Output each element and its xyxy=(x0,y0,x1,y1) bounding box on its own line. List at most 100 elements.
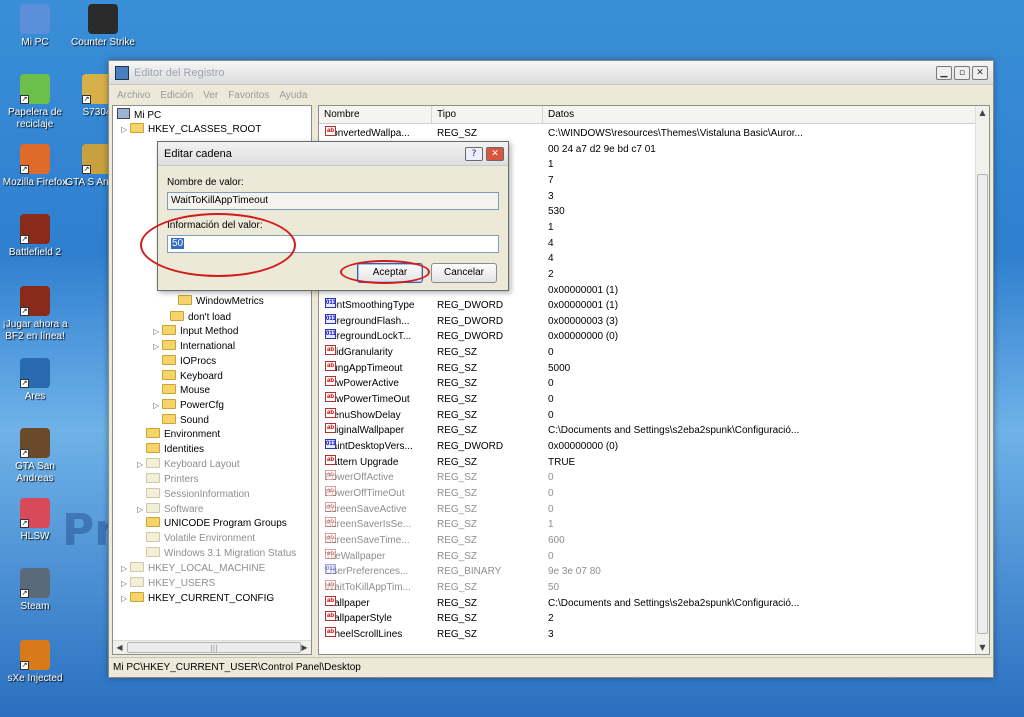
close-button[interactable]: ✕ xyxy=(972,66,988,80)
expand-icon[interactable]: ▷ xyxy=(121,576,130,591)
table-row[interactable]: ab TileWallpaper REG_SZ 0 xyxy=(319,548,975,565)
tree-node[interactable]: UNICODE Program Groups xyxy=(137,516,287,531)
table-row[interactable]: ab Pattern Upgrade REG_SZ TRUE xyxy=(319,454,975,471)
tree-node[interactable]: ▷ HKEY_LOCAL_MACHINE xyxy=(121,561,265,576)
tree-node[interactable]: IOProcs xyxy=(153,354,216,369)
table-row[interactable]: 011 FontSmoothingType REG_DWORD 0x00000001 … xyxy=(319,298,975,314)
table-row[interactable]: 011 UserPreferences... REG_BINARY 9e 3e 07 … xyxy=(319,564,975,580)
table-row[interactable]: 011 ForegroundFlash... REG_DWORD 0x00000003… xyxy=(319,313,975,330)
value-type-cell: REG_SZ xyxy=(437,613,478,625)
menu-edicion[interactable]: Edición xyxy=(160,90,193,101)
tree-node[interactable]: ▷ PowerCfg xyxy=(153,398,224,413)
list-vertical-scrollbar[interactable]: ▲ ▼ xyxy=(975,106,989,654)
tree-node[interactable]: don't load xyxy=(161,310,231,325)
desktop-icon-papelera[interactable]: ↗ Papelera de reciclaje xyxy=(0,74,70,131)
maximize-button[interactable]: ▫ xyxy=(954,66,970,80)
expand-icon[interactable]: ▷ xyxy=(121,561,130,576)
table-row[interactable]: ab WheelScrollLines REG_SZ 3 xyxy=(319,626,975,643)
tree-node[interactable]: ▷ Software xyxy=(137,502,203,517)
desktop-icon-hlsw[interactable]: ↗ HLSW xyxy=(0,498,70,543)
menu-ver[interactable]: Ver xyxy=(203,90,218,101)
minimize-button[interactable]: ▁ xyxy=(936,66,952,80)
desktop-icon-mi-pc[interactable]: Mi PC xyxy=(0,4,70,49)
menu-archivo[interactable]: Archivo xyxy=(117,90,150,101)
table-row[interactable]: ab OriginalWallpaper REG_SZ C:\Documents an… xyxy=(319,423,975,439)
folder-icon xyxy=(170,311,184,321)
expand-icon[interactable]: ▷ xyxy=(153,324,162,339)
tree-node[interactable]: WindowMetrics xyxy=(169,294,264,309)
table-row[interactable]: 011 PaintDesktopVers... REG_DWORD 0x0000000… xyxy=(319,439,975,455)
tree-node[interactable]: SessionInformation xyxy=(137,487,250,502)
tree-node[interactable]: ▷ Input Method xyxy=(153,324,238,339)
desktop-icon-steam[interactable]: ↗ Steam xyxy=(0,568,70,613)
cancel-button[interactable]: Cancelar xyxy=(431,263,497,283)
desktop-icon-gta-san-andreas[interactable]: ↗ GTA San Andreas xyxy=(0,428,70,485)
tree-node[interactable]: Printers xyxy=(137,472,198,487)
tree-node[interactable]: ▷ International xyxy=(153,339,235,354)
table-row[interactable]: ab Wallpaper REG_SZ C:\Documents and Settin… xyxy=(319,595,975,612)
tree-horizontal-scrollbar[interactable]: ◀ ||| ▶ xyxy=(113,640,311,654)
expand-icon[interactable]: ▷ xyxy=(121,591,130,606)
table-row[interactable]: ab ScreenSaveTime... REG_SZ 600 xyxy=(319,532,975,549)
expand-icon[interactable]: ▷ xyxy=(121,122,130,137)
dialog-close-button[interactable]: ✕ xyxy=(486,147,504,161)
column-type[interactable]: Tipo xyxy=(432,106,543,124)
help-button[interactable]: ? xyxy=(465,147,483,161)
menu-ayuda[interactable]: Ayuda xyxy=(279,90,307,101)
tree-node[interactable]: ▷ Keyboard Layout xyxy=(137,457,240,472)
value-name-text: PowerOffTimeOut xyxy=(325,487,405,499)
tree-node[interactable]: ▷ HKEY_CLASSES_ROOT xyxy=(121,122,261,137)
table-row[interactable]: 011 ForegroundLockT... REG_DWORD 0x00000000… xyxy=(319,329,975,345)
dialog-title-bar[interactable]: Editar cadena ? ✕ xyxy=(158,142,508,166)
table-row[interactable]: ab GridGranularity REG_SZ 0 xyxy=(319,345,975,361)
desktop-icon-ares[interactable]: ↗ Ares xyxy=(0,358,70,403)
folder-icon xyxy=(162,325,176,335)
tree-node[interactable]: ▷ HKEY_USERS xyxy=(121,576,215,591)
desktop-icon-battlefield2[interactable]: ↗ Battlefield 2 xyxy=(0,214,70,259)
tree-node[interactable]: Sound xyxy=(153,413,209,428)
scroll-down-icon[interactable]: ▼ xyxy=(976,641,989,654)
expand-icon[interactable]: ▷ xyxy=(153,398,162,413)
scroll-up-icon[interactable]: ▲ xyxy=(976,106,989,119)
table-row[interactable]: ab PowerOffTimeOut REG_SZ 0 xyxy=(319,485,975,502)
expand-icon[interactable]: ▷ xyxy=(137,502,146,517)
tree-node[interactable]: Windows 3.1 Migration Status xyxy=(137,546,296,561)
desktop-icon-label: Mozilla Firefox xyxy=(2,177,68,188)
value-data-field[interactable]: 50 xyxy=(167,235,499,253)
desktop-icon-bf2-online[interactable]: ↗ ¡Jugar ahora a BF2 en línea! xyxy=(0,286,70,343)
table-row[interactable]: ab WallpaperStyle REG_SZ 2 xyxy=(319,611,975,627)
table-row[interactable]: ab ConvertedWallpa... REG_SZ C:\WINDOWS\res… xyxy=(319,126,975,142)
expand-icon[interactable]: ▷ xyxy=(137,457,146,472)
value-type-cell: REG_DWORD xyxy=(437,315,504,327)
table-row[interactable]: ab HungAppTimeout REG_SZ 5000 xyxy=(319,360,975,377)
expand-icon[interactable]: ▷ xyxy=(153,339,162,354)
desktop-icon-firefox[interactable]: ↗ Mozilla Firefox xyxy=(0,144,70,189)
table-row[interactable]: ab MenuShowDelay REG_SZ 0 xyxy=(319,407,975,424)
table-row[interactable]: ab ScreenSaverIsSe... REG_SZ 1 xyxy=(319,517,975,533)
scroll-right-icon[interactable]: ▶ xyxy=(298,641,311,654)
column-data[interactable]: Datos xyxy=(543,106,983,124)
tree-root[interactable]: Mi PC xyxy=(117,108,161,123)
tree-node[interactable]: Mouse xyxy=(153,383,210,398)
scroll-left-icon[interactable]: ◀ xyxy=(113,641,126,654)
scroll-thumb[interactable]: ||| xyxy=(127,642,301,653)
tree-node[interactable]: Environment xyxy=(137,427,220,442)
ok-button[interactable]: Aceptar xyxy=(357,263,423,283)
value-data-cell: 3 xyxy=(548,190,554,202)
menu-favoritos[interactable]: Favoritos xyxy=(228,90,269,101)
scroll-thumb[interactable] xyxy=(977,174,988,634)
table-row[interactable]: ab PowerOffActive REG_SZ 0 xyxy=(319,470,975,486)
table-row[interactable]: ab WaitToKillAppTim... REG_SZ 50 xyxy=(319,579,975,596)
tree-node[interactable]: ▷ HKEY_CURRENT_CONFIG xyxy=(121,591,274,606)
tree-node[interactable]: Volatile Environment xyxy=(137,531,255,546)
column-name[interactable]: Nombre xyxy=(319,106,432,124)
value-data-cell: 0 xyxy=(548,378,554,390)
desktop-icon-sxe[interactable]: ↗ sXe Injected xyxy=(0,640,70,685)
table-row[interactable]: ab LowPowerActive REG_SZ 0 xyxy=(319,376,975,392)
title-bar[interactable]: Editor del Registro ▁ ▫ ✕ xyxy=(109,61,993,85)
tree-node[interactable]: Identities xyxy=(137,442,204,457)
table-row[interactable]: ab LowPowerTimeOut REG_SZ 0 xyxy=(319,392,975,408)
table-row[interactable]: ab ScreenSaveActive REG_SZ 0 xyxy=(319,501,975,518)
tree-node[interactable]: Keyboard xyxy=(153,369,223,384)
desktop-icon-counter-strike[interactable]: Counter Strike xyxy=(68,4,138,49)
